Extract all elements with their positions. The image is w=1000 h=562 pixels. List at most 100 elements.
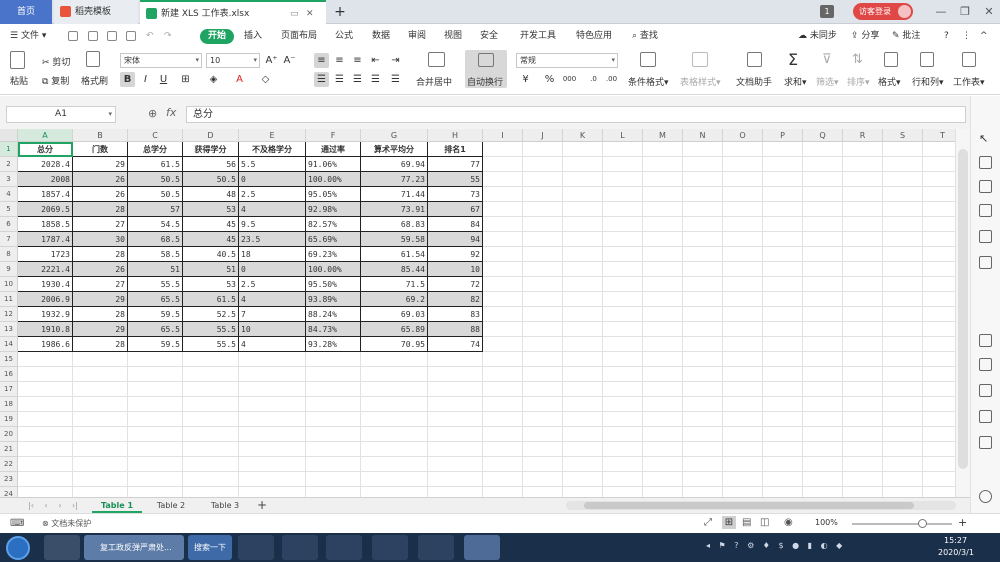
table-cell[interactable]: 29 bbox=[73, 157, 128, 172]
empty-cell[interactable] bbox=[563, 397, 603, 412]
last-sheet-icon[interactable]: ›| bbox=[68, 498, 82, 513]
table-cell[interactable]: 28 bbox=[73, 247, 128, 262]
empty-cell[interactable] bbox=[483, 397, 523, 412]
indent-right-icon[interactable]: ⇥ bbox=[388, 53, 403, 68]
empty-cell[interactable] bbox=[763, 397, 803, 412]
normal-view-icon[interactable]: ⤢ bbox=[704, 517, 712, 528]
merge-center-button[interactable]: 合并居中 bbox=[416, 75, 452, 88]
row-header[interactable]: 2 bbox=[0, 157, 18, 172]
empty-cell[interactable] bbox=[923, 247, 955, 262]
align-bottom-icon[interactable]: ≡ bbox=[350, 53, 365, 68]
empty-cell[interactable] bbox=[643, 337, 683, 352]
empty-cell[interactable] bbox=[883, 217, 923, 232]
empty-cell[interactable] bbox=[563, 202, 603, 217]
clear-format-icon[interactable]: ◇ bbox=[258, 72, 273, 87]
format-icon[interactable] bbox=[884, 52, 898, 70]
zoom-level[interactable]: 100% bbox=[815, 518, 838, 527]
empty-cell[interactable] bbox=[923, 307, 955, 322]
empty-cell[interactable] bbox=[843, 307, 883, 322]
table-cell[interactable]: 27 bbox=[73, 217, 128, 232]
property-icon[interactable] bbox=[979, 204, 992, 217]
table-cell[interactable]: 70.95 bbox=[361, 337, 428, 352]
empty-cell[interactable] bbox=[683, 262, 723, 277]
table-cell[interactable]: 1787.4 bbox=[18, 232, 73, 247]
currency-icon[interactable]: ¥ bbox=[518, 72, 533, 87]
empty-cell[interactable] bbox=[361, 352, 428, 367]
empty-cell[interactable] bbox=[483, 442, 523, 457]
menu-security[interactable]: 安全 bbox=[480, 29, 498, 44]
empty-cell[interactable] bbox=[73, 397, 128, 412]
justify-icon[interactable]: ☰ bbox=[368, 72, 383, 87]
empty-cell[interactable] bbox=[883, 292, 923, 307]
clock-time[interactable]: 15:27 bbox=[944, 536, 967, 545]
table-cell[interactable]: 69.94 bbox=[361, 157, 428, 172]
empty-cell[interactable] bbox=[239, 397, 306, 412]
table-cell[interactable]: 48 bbox=[183, 187, 239, 202]
align-center-icon[interactable]: ☰ bbox=[332, 72, 347, 87]
empty-cell[interactable] bbox=[723, 322, 763, 337]
distribute-icon[interactable]: ☰ bbox=[388, 72, 403, 87]
undo-icon[interactable]: ↶ bbox=[146, 29, 154, 44]
empty-cell[interactable] bbox=[563, 262, 603, 277]
table-cell[interactable]: 1723 bbox=[18, 247, 73, 262]
empty-cell[interactable] bbox=[843, 202, 883, 217]
table-cell[interactable]: 1858.5 bbox=[18, 217, 73, 232]
empty-cell[interactable] bbox=[643, 442, 683, 457]
table-cell[interactable]: 91.06% bbox=[306, 157, 361, 172]
empty-cell[interactable] bbox=[883, 412, 923, 427]
empty-cell[interactable] bbox=[803, 397, 843, 412]
column-header[interactable]: F bbox=[306, 129, 361, 142]
empty-cell[interactable] bbox=[428, 382, 483, 397]
table-cell[interactable]: 84 bbox=[428, 217, 483, 232]
row-header[interactable]: 14 bbox=[0, 337, 18, 352]
empty-cell[interactable] bbox=[883, 142, 923, 157]
menu-start[interactable]: 开始 bbox=[200, 29, 235, 44]
thousands-icon[interactable]: 000 bbox=[562, 72, 577, 87]
empty-cell[interactable] bbox=[803, 262, 843, 277]
empty-cell[interactable] bbox=[883, 247, 923, 262]
column-header[interactable]: T bbox=[923, 129, 955, 142]
row-header[interactable]: 21 bbox=[0, 442, 18, 457]
empty-cell[interactable] bbox=[923, 397, 955, 412]
empty-cell[interactable] bbox=[73, 457, 128, 472]
table-cell[interactable]: 0 bbox=[239, 262, 306, 277]
empty-cell[interactable] bbox=[563, 367, 603, 382]
name-box[interactable]: A1 ▾ bbox=[6, 106, 116, 123]
empty-cell[interactable] bbox=[428, 457, 483, 472]
empty-cell[interactable] bbox=[563, 187, 603, 202]
filter-button[interactable]: 筛选▾ bbox=[816, 75, 839, 88]
format-button[interactable]: 格式▾ bbox=[878, 75, 901, 88]
table-cell[interactable]: 5.5 bbox=[239, 157, 306, 172]
help-icon[interactable]: ? bbox=[944, 29, 949, 44]
empty-cell[interactable] bbox=[523, 292, 563, 307]
empty-cell[interactable] bbox=[763, 382, 803, 397]
font-size-select[interactable]: 10 ▾ bbox=[206, 53, 260, 68]
empty-cell[interactable] bbox=[428, 367, 483, 382]
menu-formula[interactable]: 公式 bbox=[335, 29, 353, 44]
empty-cell[interactable] bbox=[563, 457, 603, 472]
align-right-icon[interactable]: ☰ bbox=[350, 72, 365, 87]
empty-cell[interactable] bbox=[563, 382, 603, 397]
empty-cell[interactable] bbox=[73, 472, 128, 487]
header-cell[interactable]: 不及格学分 bbox=[239, 142, 306, 157]
empty-cell[interactable] bbox=[523, 247, 563, 262]
empty-cell[interactable] bbox=[306, 352, 361, 367]
empty-cell[interactable] bbox=[803, 367, 843, 382]
doc-helper-icon[interactable] bbox=[747, 52, 762, 70]
empty-cell[interactable] bbox=[603, 322, 643, 337]
empty-cell[interactable] bbox=[603, 487, 643, 497]
column-header[interactable]: A bbox=[18, 129, 73, 142]
table-cell[interactable]: 69.03 bbox=[361, 307, 428, 322]
table-cell[interactable]: 7 bbox=[239, 307, 306, 322]
empty-cell[interactable] bbox=[683, 472, 723, 487]
restore-icon[interactable]: ❐ bbox=[956, 3, 974, 21]
table-cell[interactable]: 69.2 bbox=[361, 292, 428, 307]
menu-view[interactable]: 视图 bbox=[444, 29, 462, 44]
empty-cell[interactable] bbox=[683, 187, 723, 202]
table-cell[interactable]: 58.5 bbox=[128, 247, 183, 262]
empty-cell[interactable] bbox=[763, 217, 803, 232]
table-cell[interactable]: 2.5 bbox=[239, 277, 306, 292]
empty-cell[interactable] bbox=[239, 412, 306, 427]
empty-cell[interactable] bbox=[883, 277, 923, 292]
empty-cell[interactable] bbox=[603, 292, 643, 307]
